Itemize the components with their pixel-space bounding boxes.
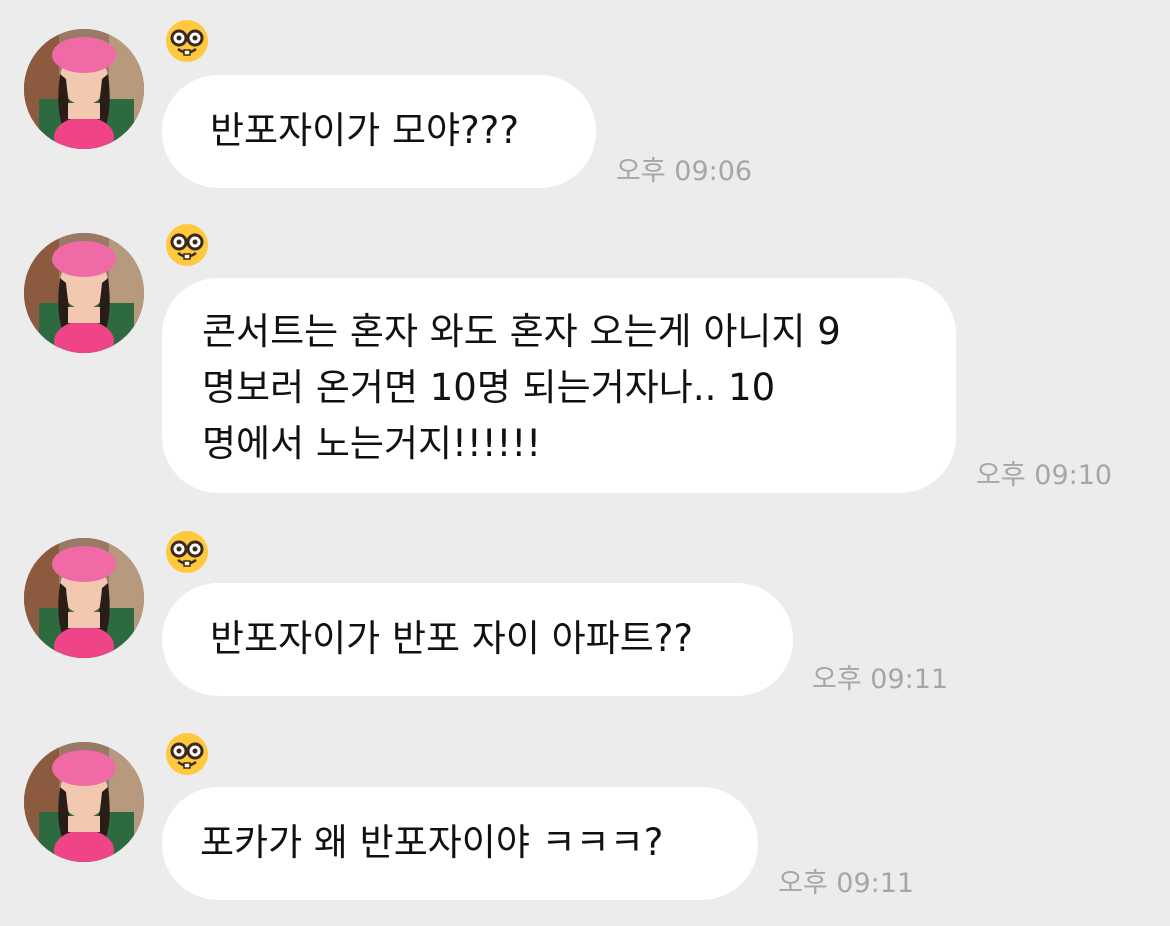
message-timestamp: 오후 09:11 bbox=[778, 868, 915, 899]
avatar[interactable] bbox=[24, 29, 144, 149]
message-bubble[interactable]: 포카가 왜 반포자이야 ㅋㅋㅋ? bbox=[162, 787, 758, 900]
avatar[interactable] bbox=[24, 538, 144, 658]
nerd-face-icon bbox=[164, 18, 210, 64]
profile-photo-avatar bbox=[24, 538, 144, 658]
avatar[interactable] bbox=[24, 742, 144, 862]
nerd-face-icon bbox=[164, 222, 210, 268]
message-bubble[interactable]: 콘서트는 혼자 와도 혼자 오는게 아니지 9 명보러 온거면 10명 되는거자… bbox=[162, 278, 956, 493]
profile-photo-avatar bbox=[24, 742, 144, 862]
message-row: 콘서트는 혼자 와도 혼자 오는게 아니지 9 명보러 온거면 10명 되는거자… bbox=[0, 205, 1170, 505]
avatar[interactable] bbox=[24, 233, 144, 353]
nerd-face-icon bbox=[164, 529, 210, 575]
nerd-face-icon bbox=[164, 731, 210, 777]
profile-photo-avatar bbox=[24, 233, 144, 353]
message-timestamp: 오후 09:10 bbox=[976, 460, 1113, 491]
profile-photo-avatar bbox=[24, 29, 144, 149]
message-timestamp: 오후 09:11 bbox=[812, 664, 949, 695]
message-row: 반포자이가 모야??? 오후 09:06 bbox=[0, 0, 1170, 200]
chat-thread: 반포자이가 모야??? 오후 09:06 콘서트는 혼자 와도 혼자 오는게 아… bbox=[0, 0, 1170, 926]
message-row: 반포자이가 반포 자이 아파트?? 오후 09:11 bbox=[0, 510, 1170, 710]
message-bubble[interactable]: 반포자이가 모야??? bbox=[162, 75, 596, 188]
message-bubble[interactable]: 반포자이가 반포 자이 아파트?? bbox=[162, 583, 793, 696]
message-timestamp: 오후 09:06 bbox=[616, 156, 753, 187]
message-row: 포카가 왜 반포자이야 ㅋㅋㅋ? 오후 09:11 bbox=[0, 714, 1170, 926]
